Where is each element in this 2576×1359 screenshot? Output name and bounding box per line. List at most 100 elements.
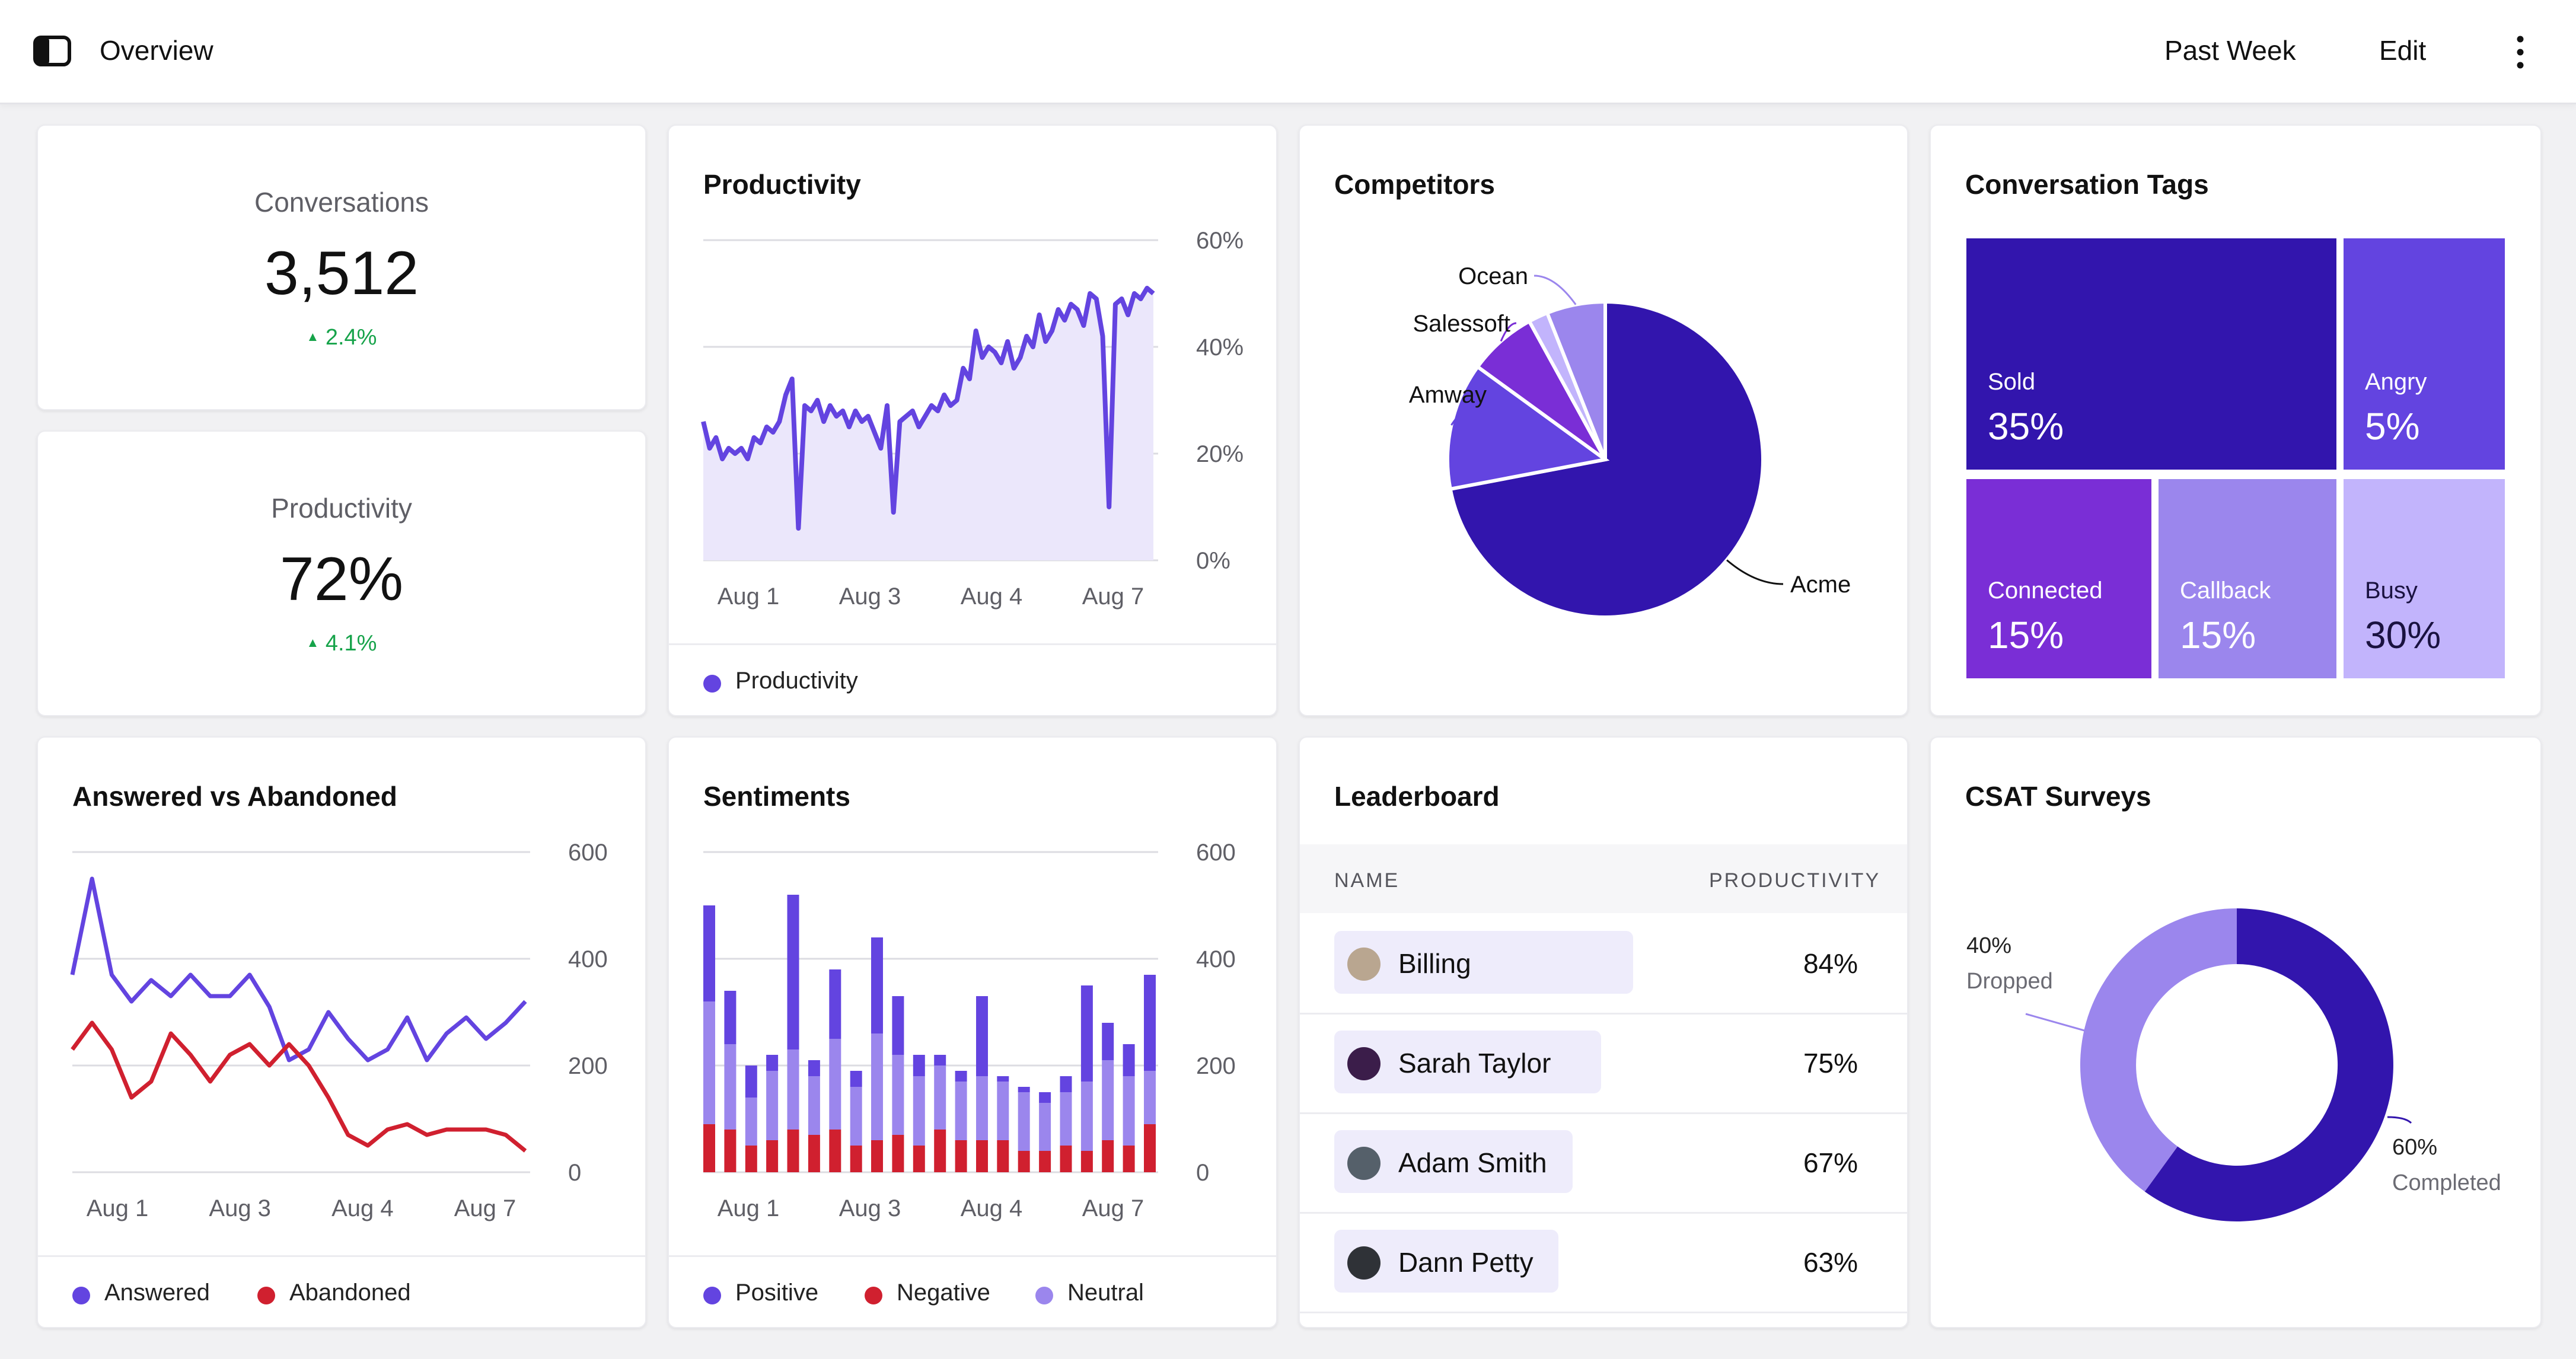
y-tick-label: 0 xyxy=(1196,1160,1209,1186)
edit-button[interactable]: Edit xyxy=(2379,34,2426,66)
bar-positive xyxy=(955,1071,967,1082)
leader-line xyxy=(1534,275,1577,305)
x-tick-label: Aug 3 xyxy=(839,1195,901,1221)
x-tick-label: Aug 7 xyxy=(1082,583,1144,610)
y-tick-label: 400 xyxy=(568,946,608,972)
table-row[interactable]: Dann Petty 63% xyxy=(1300,1212,1907,1313)
bar-positive xyxy=(913,1055,925,1076)
row-productivity: 67% xyxy=(1803,1147,1858,1178)
kpi-value: 3,512 xyxy=(264,239,419,308)
card-title: Conversation Tags xyxy=(1965,169,2209,200)
legend-label: Neutral xyxy=(1067,1280,1144,1306)
tag-label: Angry xyxy=(2365,369,2427,395)
productivity-chart-card: Productivity 60% 40% 20% 0% Aug 1 Aug 3 Aug 4 A… xyxy=(668,125,1277,716)
tag-connected[interactable]: Connected 15% xyxy=(1966,479,2151,678)
row-productivity: 75% xyxy=(1803,1048,1858,1079)
y-tick-label: 600 xyxy=(568,840,608,866)
legend-label: Abandoned xyxy=(289,1280,411,1306)
y-tick-label: 60% xyxy=(1196,228,1244,254)
legend-dot xyxy=(703,675,721,693)
bar-neutral xyxy=(745,1098,757,1146)
kpi-label: Productivity xyxy=(271,493,412,524)
legend-dot xyxy=(257,1287,275,1304)
productivity-chart: 60% 40% 20% 0% Aug 1 Aug 3 Aug 4 Aug 7 xyxy=(701,228,1244,610)
bar-neutral xyxy=(787,1049,799,1130)
date-range-button[interactable]: Past Week xyxy=(2164,34,2296,66)
y-tick-label: 0% xyxy=(1196,548,1230,574)
productivity-bar: Billing xyxy=(1334,931,1633,994)
y-tick-label: 200 xyxy=(1196,1053,1236,1079)
answered-vs-abandoned-chart: 600 400 200 0 Aug 1 Aug 3 Aug 4 Aug 7 xyxy=(70,840,608,1221)
bar-positive xyxy=(1018,1087,1030,1092)
bar-positive xyxy=(892,996,904,1055)
bar-neutral xyxy=(976,1076,988,1140)
row-productivity: 84% xyxy=(1803,948,1858,979)
sidebar-toggle-icon[interactable] xyxy=(33,36,71,66)
conversation-tags-card: Conversation Tags Sold 35% Angry 5% Conn… xyxy=(1930,125,2542,716)
bar-neutral xyxy=(997,1082,1009,1140)
bar-neutral xyxy=(1144,1071,1156,1124)
y-tick-label: 20% xyxy=(1196,441,1244,467)
bar-neutral xyxy=(1039,1103,1051,1151)
bar-negative xyxy=(1018,1151,1030,1172)
bar-negative xyxy=(934,1130,946,1172)
row-name: Adam Smith xyxy=(1398,1147,1547,1178)
pie-label: Amway xyxy=(1409,382,1487,408)
leader-line xyxy=(2387,1116,2412,1124)
leader-line xyxy=(2025,1013,2089,1033)
legend-dot xyxy=(865,1287,882,1304)
bar-negative xyxy=(703,1124,715,1172)
row-name: Dann Petty xyxy=(1398,1247,1534,1278)
tag-label: Busy xyxy=(2365,578,2418,604)
more-options-icon[interactable] xyxy=(2508,33,2532,71)
bar-negative xyxy=(724,1130,737,1172)
bar-positive xyxy=(745,1065,757,1098)
bar-neutral xyxy=(913,1076,925,1146)
table-row[interactable]: Billing 84% xyxy=(1300,913,1907,1015)
bar-neutral xyxy=(1102,1060,1114,1140)
tag-busy[interactable]: Busy 30% xyxy=(2344,479,2505,678)
bar-negative xyxy=(913,1146,925,1172)
avatar xyxy=(1347,1246,1381,1280)
series-line-answered xyxy=(70,876,527,1063)
trend-up-icon: ▲ xyxy=(306,329,320,344)
tag-value: 30% xyxy=(2365,614,2441,656)
avatar xyxy=(1347,948,1381,981)
bar-positive xyxy=(766,1055,779,1071)
bar-neutral xyxy=(1080,1082,1093,1151)
bar-neutral xyxy=(829,1039,841,1130)
tag-value: 15% xyxy=(1988,614,2064,656)
completed-label: Completed xyxy=(2392,1170,2501,1195)
dropped-percent: 40% xyxy=(1966,933,2012,958)
tag-value: 5% xyxy=(2365,405,2420,448)
bar-neutral xyxy=(724,1044,737,1130)
bar-negative xyxy=(829,1130,841,1172)
bar-negative xyxy=(1060,1146,1072,1172)
pie-label: Ocean xyxy=(1458,263,1528,289)
column-header-productivity[interactable]: PRODUCTIVITY xyxy=(1709,869,1880,892)
table-row[interactable]: Sarah Taylor 75% xyxy=(1300,1013,1907,1114)
tag-angry[interactable]: Angry 5% xyxy=(2344,238,2505,470)
productivity-bar: Adam Smith xyxy=(1334,1130,1573,1193)
kpi-delta: ▲ 4.1% xyxy=(38,631,645,656)
top-bar: Overview Past Week Edit xyxy=(0,0,2576,104)
bar-negative xyxy=(976,1140,988,1172)
csat-donut-chart xyxy=(2025,908,2412,1221)
x-tick-label: Aug 7 xyxy=(1082,1195,1144,1221)
tag-callback[interactable]: Callback 15% xyxy=(2159,479,2336,678)
bar-positive xyxy=(997,1076,1009,1082)
bar-positive xyxy=(850,1071,862,1087)
conversations-kpi-card: Conversations 3,512 ▲ 2.4% xyxy=(37,125,646,410)
x-tick-label: Aug 1 xyxy=(718,583,780,610)
bar-positive xyxy=(1123,1044,1135,1076)
x-tick-label: Aug 4 xyxy=(961,583,1023,610)
x-tick-label: Aug 1 xyxy=(87,1195,149,1221)
bar-positive xyxy=(703,905,715,1001)
kpi-delta: ▲ 2.4% xyxy=(38,325,645,350)
pie-label: Acme xyxy=(1790,572,1851,598)
column-header-name[interactable]: NAME xyxy=(1334,869,1399,892)
table-row[interactable]: Adam Smith 67% xyxy=(1300,1112,1907,1214)
tag-sold[interactable]: Sold 35% xyxy=(1966,238,2336,470)
legend-label: Negative xyxy=(897,1280,990,1306)
chart-legend: Positive Negative Neutral xyxy=(669,1255,1276,1327)
